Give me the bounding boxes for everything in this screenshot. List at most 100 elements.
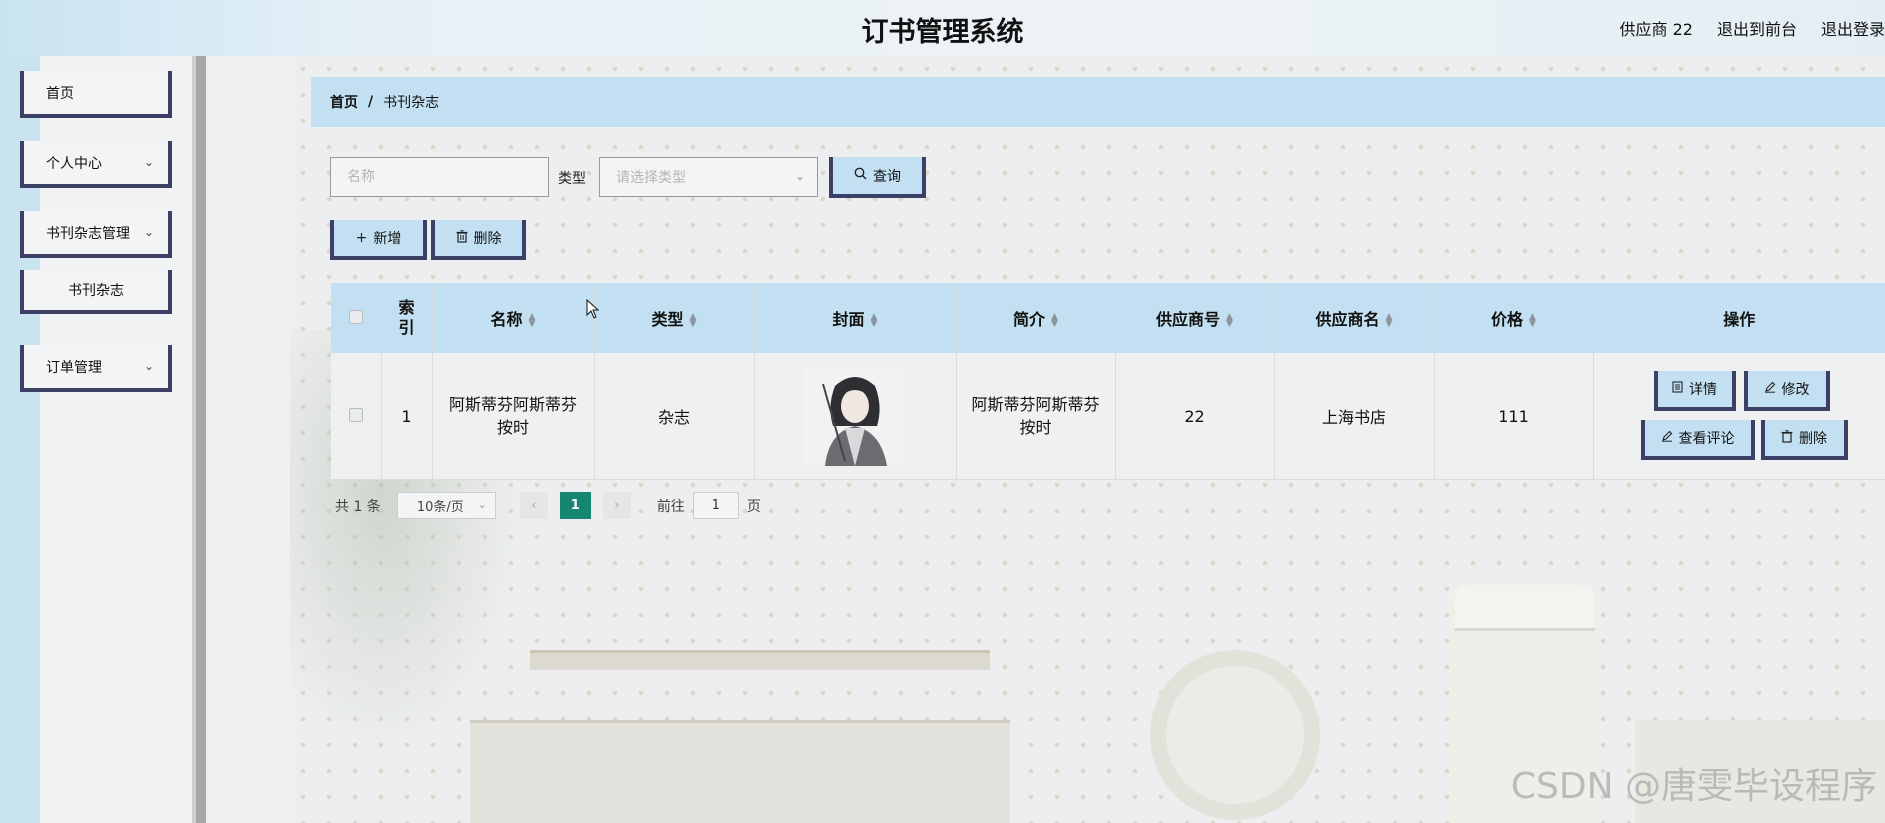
- column-header-label: 索引: [398, 298, 415, 337]
- column-header-cover[interactable]: 封面 ▲ ▼: [754, 283, 957, 353]
- view-comments-button[interactable]: 查看评论: [1640, 420, 1755, 460]
- background-box: [470, 720, 1010, 823]
- column-header-label: 供应商名: [1315, 310, 1380, 329]
- search-icon: [854, 167, 867, 184]
- cell-actions: 详情 修改 查看评论 删除: [1593, 353, 1885, 480]
- next-page-button[interactable]: ›: [602, 492, 631, 519]
- sort-icon[interactable]: ▲ ▼: [1386, 312, 1393, 328]
- row-delete-button[interactable]: 删除: [1760, 420, 1848, 460]
- content-gutter: [206, 56, 290, 823]
- select-all-header[interactable]: [331, 283, 382, 353]
- header-actions: 供应商 22 退出到前台 退出登录: [1620, 16, 1885, 40]
- page-number-button[interactable]: 1: [559, 492, 591, 519]
- search-button[interactable]: 查询: [829, 157, 926, 198]
- plus-icon: +: [355, 230, 368, 246]
- magazine-table: 索引 名称 ▲ ▼ 类型 ▲ ▼ 封面 ▲ ▼ 简介 ▲ ▼ 供应商号 ▲ ▼ 供应商名 ▲ ▼ 价格 ▲…: [331, 283, 1885, 480]
- column-header-index: 索引: [381, 283, 433, 353]
- cell-supplier-no: 22: [1115, 353, 1275, 480]
- column-header-actions: 操作: [1593, 283, 1885, 353]
- select-all-checkbox[interactable]: [348, 309, 363, 324]
- sidebar-item-label: 书刊杂志管理: [46, 225, 130, 242]
- sort-icon[interactable]: ▲ ▼: [871, 312, 878, 328]
- sidebar-item-order-management[interactable]: 订单管理 ⌄: [20, 345, 172, 392]
- chevron-down-icon: ⌄: [143, 359, 154, 373]
- sidebar-item-personal-center[interactable]: 个人中心 ⌄: [20, 141, 172, 188]
- column-header-label: 简介: [1013, 310, 1046, 329]
- pagination-total: 共 1 条: [335, 498, 381, 515]
- edit-icon: [1661, 430, 1673, 446]
- trash-icon: [456, 229, 468, 247]
- column-header-name[interactable]: 名称 ▲ ▼: [432, 283, 595, 353]
- search-button-label: 查询: [873, 168, 901, 185]
- sidebar-item-label: 书刊杂志: [68, 283, 124, 299]
- column-header-type[interactable]: 类型 ▲ ▼: [594, 283, 755, 353]
- breadcrumb-home[interactable]: 首页: [330, 92, 358, 112]
- table-header-row: 索引 名称 ▲ ▼ 类型 ▲ ▼ 封面 ▲ ▼ 简介 ▲ ▼ 供应商号 ▲ ▼ 供应商名 ▲ ▼ 价格 ▲…: [331, 283, 1885, 353]
- delete-button[interactable]: 删除: [431, 220, 526, 260]
- edit-icon: [1764, 381, 1776, 397]
- app-header: 订书管理系统 供应商 22 退出到前台 退出登录: [0, 0, 1885, 56]
- chevron-down-icon: ⌄: [143, 225, 154, 239]
- page-suffix: 页: [746, 498, 761, 515]
- background-roll: [1150, 650, 1320, 820]
- column-header-label: 封面: [832, 310, 865, 329]
- page-size-select[interactable]: 10条/页 ⌄: [396, 492, 496, 519]
- page-size-value: 10条/页: [416, 500, 464, 515]
- sort-icon[interactable]: ▲ ▼: [529, 312, 536, 328]
- table-row: 1 阿斯蒂芬阿斯蒂芬按时 杂志 阿斯蒂芬阿斯蒂芬按时 22 上海书店 111 详…: [331, 353, 1885, 480]
- sidebar-divider: [192, 56, 206, 823]
- column-header-price[interactable]: 价格 ▲ ▼: [1434, 283, 1594, 353]
- row-select-cell[interactable]: [331, 353, 382, 480]
- cell-cover: [754, 353, 957, 480]
- add-button-label: 新增: [373, 231, 402, 247]
- cell-type: 杂志: [594, 353, 755, 480]
- breadcrumb-separator: /: [368, 94, 374, 110]
- sidebar-item-magazine-management[interactable]: 书刊杂志管理 ⌄: [20, 211, 172, 258]
- logout-link[interactable]: 退出登录: [1821, 16, 1885, 40]
- exit-to-front-link[interactable]: 退出到前台: [1717, 16, 1797, 40]
- app-title: 订书管理系统: [861, 17, 1024, 48]
- sidebar-item-magazines[interactable]: 书刊杂志: [20, 270, 172, 314]
- detail-button-label: 详情: [1689, 382, 1717, 398]
- prev-page-button[interactable]: ‹: [519, 492, 548, 519]
- chevron-down-icon: ⌄: [143, 155, 154, 169]
- column-header-label: 操作: [1723, 310, 1756, 329]
- trash-icon: [1781, 429, 1793, 447]
- background-jar-cap: [1455, 585, 1595, 631]
- sidebar-item-label: 首页: [46, 85, 74, 102]
- row-actions: 详情 修改 查看评论 删除: [1594, 353, 1885, 479]
- breadcrumb-current: 书刊杂志: [383, 95, 440, 111]
- type-select[interactable]: 请选择类型 ⌄: [599, 157, 818, 197]
- sort-icon[interactable]: ▲ ▼: [1051, 312, 1058, 328]
- sort-icon[interactable]: ▲ ▼: [1226, 312, 1233, 328]
- sidebar-item-label: 个人中心: [46, 155, 102, 172]
- watermark: CSDN @唐雯毕设程序: [1510, 766, 1877, 807]
- cell-intro: 阿斯蒂芬阿斯蒂芬按时: [956, 353, 1116, 480]
- column-header-supplier-name[interactable]: 供应商名 ▲ ▼: [1274, 283, 1435, 353]
- delete-button-label: 删除: [473, 231, 502, 247]
- cell-name: 阿斯蒂芬阿斯蒂芬按时: [432, 353, 595, 480]
- sidebar-item-home[interactable]: 首页: [20, 71, 172, 118]
- chevron-down-icon: ⌄: [477, 498, 487, 511]
- chevron-down-icon: ⌄: [794, 169, 805, 183]
- type-label: 类型: [558, 171, 586, 187]
- detail-button[interactable]: 详情: [1653, 371, 1736, 411]
- chevron-left-icon: ‹: [531, 498, 537, 513]
- column-header-label: 名称: [490, 310, 523, 329]
- type-select-placeholder: 请选择类型: [616, 170, 686, 186]
- add-button[interactable]: + 新增: [330, 220, 427, 260]
- cell-price: 111: [1434, 353, 1594, 480]
- chevron-right-icon: ›: [614, 498, 620, 513]
- column-header-supplier-no[interactable]: 供应商号 ▲ ▼: [1115, 283, 1275, 353]
- sort-icon[interactable]: ▲ ▼: [1529, 312, 1536, 328]
- goto-page-input[interactable]: [692, 492, 739, 519]
- row-checkbox[interactable]: [348, 407, 363, 422]
- pagination: 共 1 条 10条/页 ⌄ ‹ 1 › 前往 页: [335, 492, 761, 519]
- edit-button[interactable]: 修改: [1743, 371, 1830, 411]
- column-header-intro[interactable]: 简介 ▲ ▼: [956, 283, 1116, 353]
- sort-icon[interactable]: ▲ ▼: [690, 312, 697, 328]
- document-icon: [1672, 381, 1683, 397]
- name-search-input[interactable]: [330, 157, 549, 197]
- sidebar-item-label: 订单管理: [46, 359, 102, 376]
- column-header-label: 价格: [1491, 310, 1524, 329]
